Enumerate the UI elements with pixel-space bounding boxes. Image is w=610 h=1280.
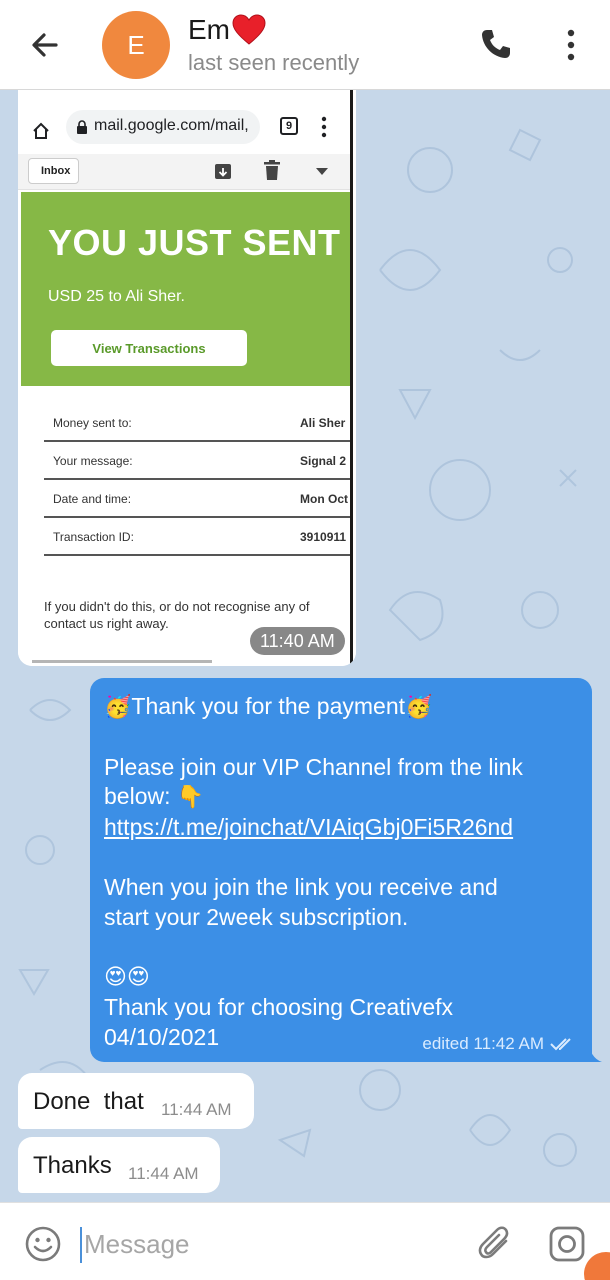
- detail-label: Transaction ID:: [53, 530, 134, 544]
- message-input[interactable]: [84, 1223, 444, 1265]
- camera-icon[interactable]: [548, 1225, 586, 1263]
- banner-amount: USD 25 to Ali Sher.: [48, 288, 185, 305]
- message-time: edited 11:42 AM: [422, 1034, 544, 1053]
- archive-icon: [215, 164, 231, 179]
- contact-name-text: Em: [188, 14, 230, 45]
- detail-value: Ali Sher: [300, 416, 346, 430]
- detail-row: Your message: Signal 2: [44, 442, 350, 480]
- heart-eyes-icon: 😍😍: [104, 965, 150, 991]
- trash-icon: [264, 160, 280, 180]
- detail-label: Date and time:: [53, 492, 132, 506]
- banner-headline: YOU JUST SENT: [48, 222, 341, 263]
- text-line: Thank you for choosing Creativefx: [104, 993, 454, 1020]
- phone-status-bar: [18, 90, 350, 98]
- chat-area[interactable]: mail.google.com/mail, 9 Inbox YOU JUST S…: [0, 90, 610, 1202]
- text-line: When you join the link you receive and: [104, 873, 498, 900]
- avatar[interactable]: E: [102, 11, 170, 79]
- caret-down-icon: [316, 168, 328, 175]
- back-arrow-icon[interactable]: [26, 26, 64, 64]
- heart-icon: [232, 14, 266, 45]
- text-line: start your 2week subscription.: [104, 903, 409, 930]
- message-time: 11:44 AM: [128, 1164, 199, 1183]
- email-screenshot: mail.google.com/mail, 9 Inbox YOU JUST S…: [18, 90, 356, 666]
- tab-count: 9: [280, 117, 298, 135]
- bubble-tail: [588, 1040, 602, 1062]
- join-link[interactable]: https://t.me/joinchat/VIAiqGbj0Fi5R26nd: [104, 813, 586, 843]
- paperclip-icon[interactable]: [476, 1223, 514, 1263]
- message-text: 🥳Thank you for the payment🥳 Please join …: [104, 692, 586, 1053]
- phone-icon[interactable]: [478, 26, 514, 62]
- lock-icon: [77, 120, 87, 134]
- incoming-message[interactable]: Done that 11:44 AM: [18, 1073, 254, 1129]
- smiley-icon[interactable]: [24, 1225, 62, 1263]
- disclaimer-line: contact us right away.: [44, 616, 169, 631]
- inbox-label: Inbox: [28, 158, 80, 184]
- text-line: Please join our VIP Channel from the lin…: [104, 753, 523, 780]
- incoming-message[interactable]: Thanks 11:44 AM: [18, 1137, 220, 1193]
- more-vertical-icon[interactable]: [558, 28, 584, 62]
- contact-name[interactable]: Em: [188, 14, 266, 46]
- party-face-icon: 🥳: [405, 695, 433, 720]
- text-line: below:: [104, 783, 177, 810]
- outgoing-message[interactable]: 🥳Thank you for the payment🥳 Please join …: [90, 678, 592, 1062]
- text-caret: [80, 1227, 82, 1263]
- payment-banner: YOU JUST SENT USD 25 to Ali Sher. View T…: [21, 192, 350, 386]
- chat-header: E Em last seen recently: [0, 0, 610, 90]
- message-time: 11:40 AM: [250, 627, 345, 655]
- message-text: Thanks: [33, 1152, 112, 1179]
- image-message[interactable]: mail.google.com/mail, 9 Inbox YOU JUST S…: [18, 90, 356, 666]
- disclaimer-line: If you didn't do this, or do not recogni…: [44, 599, 310, 614]
- detail-value: Mon Oct: [300, 492, 348, 506]
- detail-value: 3910911: [300, 530, 347, 544]
- browser-menu-icon: [321, 116, 327, 138]
- double-check-icon: [550, 1038, 571, 1051]
- view-transactions-button: View Transactions: [51, 330, 247, 366]
- transaction-details: Money sent to: Ali Sher Your message: Si…: [44, 404, 350, 556]
- url-field: mail.google.com/mail,: [66, 110, 260, 144]
- scroll-indicator: [32, 660, 212, 663]
- detail-label: Money sent to:: [53, 416, 132, 430]
- home-icon: [33, 122, 49, 139]
- message-time: 11:44 AM: [161, 1100, 232, 1119]
- pointing-down-icon: 👇: [176, 785, 205, 811]
- contact-status: last seen recently: [188, 50, 360, 75]
- screenshot-edge: [350, 90, 353, 666]
- url-text: mail.google.com/mail,: [94, 117, 249, 134]
- text-line: Thank you for the payment: [131, 693, 406, 719]
- gmail-toolbar: Inbox: [18, 154, 350, 190]
- browser-url-bar: mail.google.com/mail, 9: [18, 98, 350, 154]
- avatar-letter: E: [127, 29, 145, 60]
- detail-row: Transaction ID: 3910911: [44, 518, 350, 556]
- message-text: Done that: [33, 1088, 144, 1115]
- detail-row: Date and time: Mon Oct: [44, 480, 350, 518]
- detail-label: Your message:: [53, 454, 133, 468]
- detail-value: Signal 2: [300, 454, 347, 468]
- message-input-bar: [0, 1202, 610, 1280]
- party-face-icon: 🥳: [104, 695, 132, 720]
- detail-row: Money sent to: Ali Sher: [44, 404, 350, 442]
- message-meta: edited 11:42 AM: [422, 1034, 576, 1054]
